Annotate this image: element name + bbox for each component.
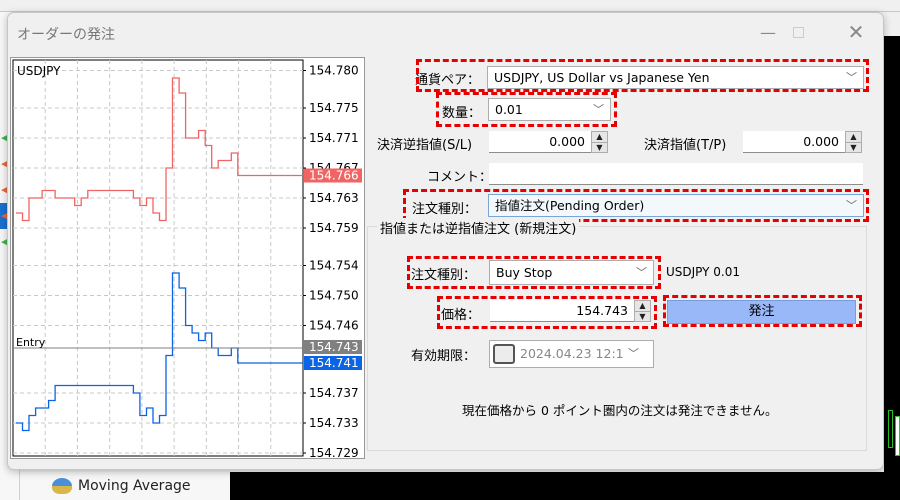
spin-down-icon[interactable]: ▼ bbox=[846, 143, 861, 153]
expiration-datetime-picker[interactable]: 2024.04.23 12:1 ﹀ bbox=[489, 340, 654, 368]
navigator-item-moving-average[interactable]: Moving Average bbox=[52, 478, 191, 494]
chevron-down-icon: ﹀ bbox=[846, 71, 857, 84]
y-tick-label: 154.750 bbox=[309, 289, 359, 303]
entry-price-label: 154.743 bbox=[309, 340, 359, 354]
price-label-ask: 154.741 bbox=[309, 356, 359, 370]
spin-down-icon[interactable]: ▼ bbox=[592, 143, 607, 153]
order-type-select[interactable]: 指値注文(Pending Order) ﹀ bbox=[488, 194, 864, 217]
candle bbox=[888, 410, 893, 448]
y-tick-label: 154.780 bbox=[309, 64, 359, 78]
spin-up-icon[interactable]: ▲ bbox=[635, 301, 650, 312]
background-chart bbox=[884, 36, 900, 500]
y-tick-label: 154.754 bbox=[309, 259, 359, 273]
pending-type-label: 注文種別： bbox=[411, 268, 477, 283]
stop-loss-input[interactable]: 0.000 bbox=[489, 131, 591, 153]
indicator-icon bbox=[52, 478, 72, 494]
spin-up-icon[interactable]: ▲ bbox=[592, 132, 607, 143]
dialog-title: オーダーの発注 bbox=[17, 27, 115, 43]
take-profit-spinner[interactable]: ▲ ▼ bbox=[845, 131, 862, 153]
y-tick-label: 154.763 bbox=[309, 191, 359, 205]
spin-down-icon[interactable]: ▼ bbox=[635, 312, 650, 322]
close-icon[interactable]: ✕ bbox=[841, 20, 871, 44]
expiration-label: 有効期限： bbox=[411, 349, 477, 364]
chevron-down-icon: ﹀ bbox=[846, 199, 857, 212]
symbol-value: USDJPY, US Dollar vs Japanese Yen bbox=[494, 70, 710, 85]
take-profit-label: 決済指値(T/P) bbox=[644, 138, 727, 153]
order-type-value: 指値注文(Pending Order) bbox=[495, 198, 645, 213]
entry-line-label: Entry bbox=[16, 336, 46, 349]
price-label: 価格： bbox=[441, 308, 481, 323]
maximize-icon[interactable] bbox=[783, 21, 813, 43]
comment-input[interactable] bbox=[489, 163, 863, 185]
pending-order-group-title: 指値または逆指値注文 (新規注文) bbox=[377, 218, 580, 237]
chevron-down-icon: ﹀ bbox=[628, 347, 639, 360]
expiration-value: 2024.04.23 12:1 bbox=[520, 346, 624, 361]
symbol-select[interactable]: USDJPY, US Dollar vs Japanese Yen ﹀ bbox=[487, 66, 864, 89]
y-tick-label: 154.729 bbox=[309, 446, 359, 458]
y-tick-label: 154.737 bbox=[309, 386, 359, 400]
volume-value: 0.01 bbox=[495, 102, 523, 117]
price-input[interactable]: 154.743 bbox=[490, 300, 634, 322]
y-tick-label: 154.771 bbox=[309, 131, 359, 145]
symbol-label: 通貨ペア： bbox=[415, 73, 481, 88]
chevron-down-icon: ﹀ bbox=[636, 266, 647, 279]
price-label-bid: 154.766 bbox=[309, 169, 359, 183]
chevron-down-icon: ﹀ bbox=[593, 103, 604, 116]
pending-order-note: 現在価格から 0 ポイント圏内の注文は発注できません。 bbox=[462, 403, 778, 418]
take-profit-input[interactable]: 0.000 bbox=[743, 131, 845, 153]
volume-select[interactable]: 0.01 ﹀ bbox=[488, 98, 611, 121]
pending-type-select[interactable]: Buy Stop ﹀ bbox=[489, 260, 654, 285]
chart-symbol-label: USDJPY bbox=[17, 64, 61, 78]
y-tick-label: 154.746 bbox=[309, 319, 359, 333]
pending-summary: USDJPY 0.01 bbox=[666, 265, 741, 279]
y-tick-label: 154.759 bbox=[309, 221, 359, 235]
y-tick-label: 154.733 bbox=[309, 416, 359, 430]
stop-loss-spinner[interactable]: ▲ ▼ bbox=[591, 131, 608, 153]
place-order-button[interactable]: 発注 bbox=[667, 300, 856, 324]
candle bbox=[895, 416, 900, 456]
plot-area bbox=[12, 59, 304, 457]
order-type-label: 注文種別： bbox=[412, 202, 478, 217]
tick-chart: 154.780 154.775 154.771 154.767 154.763 154.7… bbox=[10, 57, 365, 459]
minimize-icon[interactable]: — bbox=[753, 21, 783, 43]
comment-label: コメント： bbox=[427, 170, 493, 185]
spin-up-icon[interactable]: ▲ bbox=[846, 132, 861, 143]
navigator-item-label: Moving Average bbox=[78, 478, 191, 494]
expiration-checkbox[interactable] bbox=[493, 344, 515, 364]
pending-type-value: Buy Stop bbox=[496, 265, 553, 280]
price-spinner[interactable]: ▲ ▼ bbox=[634, 300, 651, 322]
stop-loss-label: 決済逆指値(S/L) bbox=[377, 138, 473, 153]
dialog-titlebar[interactable]: オーダーの発注 — ✕ bbox=[8, 13, 883, 53]
tick-chart-svg: 154.780154.775154.771154.767154.763154.7… bbox=[12, 59, 362, 458]
background-chart-bottom bbox=[230, 472, 900, 500]
volume-label: 数量： bbox=[442, 106, 482, 121]
y-tick-label: 154.775 bbox=[309, 101, 359, 115]
background-toolbar bbox=[0, 0, 900, 12]
